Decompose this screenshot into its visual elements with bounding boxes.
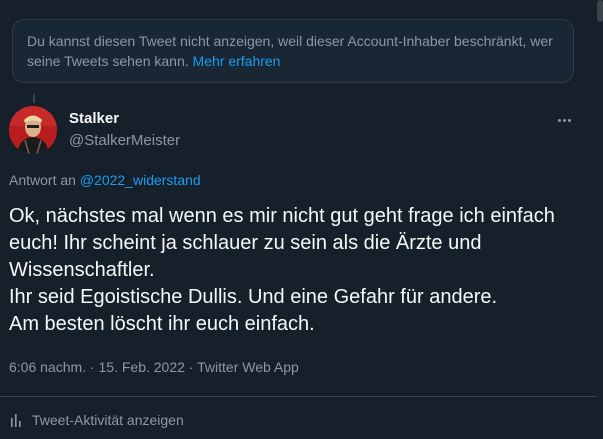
reply-prefix: Antwort an (9, 172, 76, 188)
thread-connector-line (33, 94, 35, 103)
author-name[interactable]: Stalker (69, 110, 119, 127)
tweet-activity-label: Tweet-Aktivität anzeigen (32, 412, 184, 428)
learn-more-link[interactable]: Mehr erfahren (193, 53, 281, 69)
tweet-metadata: 6:06 nachm. · 15. Feb. 2022 · Twitter We… (9, 359, 299, 375)
meta-separator: · (86, 359, 99, 375)
avatar[interactable] (9, 106, 57, 154)
scrollbar-thumb[interactable] (597, 0, 603, 22)
divider (0, 396, 597, 397)
reply-context: Antwort an @2022_widerstand (9, 172, 201, 188)
restricted-tweet-notice: Du kannst diesen Tweet nicht anzeigen, w… (12, 19, 574, 83)
more-icon (557, 118, 572, 122)
author-handle[interactable]: @StalkerMeister (69, 132, 180, 149)
scrollbar[interactable] (597, 0, 603, 439)
meta-separator: · (184, 359, 198, 375)
notice-text: Du kannst diesen Tweet nicht anzeigen, w… (27, 33, 553, 69)
profile-avatar-icon (9, 106, 57, 154)
tweet-date-link[interactable]: 15. Feb. 2022 (99, 359, 185, 375)
tweet-source: Twitter Web App (197, 359, 299, 375)
more-options-button[interactable] (552, 108, 576, 132)
tweet-activity-button[interactable]: Tweet-Aktivität anzeigen (9, 412, 184, 428)
reply-mention-link[interactable]: @2022_widerstand (80, 172, 201, 188)
tweet-text: Ok, nächstes mal wenn es mir nicht gut g… (9, 205, 555, 335)
tweet-time-link[interactable]: 6:06 nachm. (9, 359, 86, 375)
bar-chart-icon (11, 414, 21, 427)
